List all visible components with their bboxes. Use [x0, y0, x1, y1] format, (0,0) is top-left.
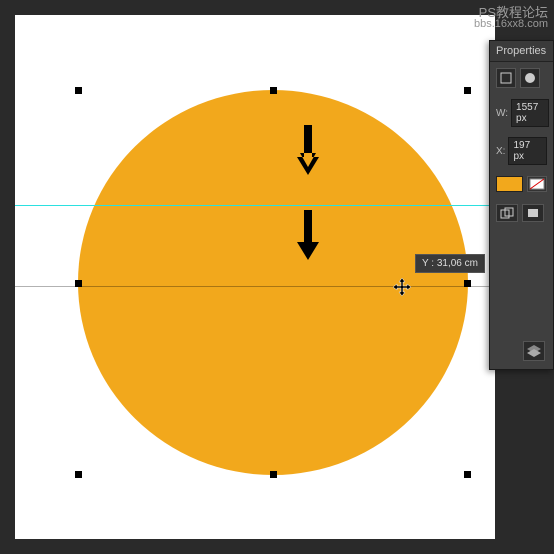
arrow-down-icon — [295, 210, 325, 265]
fill-color-swatch[interactable] — [496, 176, 523, 192]
arrow-down-icon — [295, 125, 325, 180]
width-label: W: — [496, 108, 508, 119]
x-row: X: 197 px — [490, 132, 553, 170]
transform-handle[interactable] — [75, 471, 82, 478]
mask-icon[interactable] — [520, 68, 540, 88]
live-shape-icon[interactable] — [496, 68, 516, 88]
properties-panel[interactable]: Properties W: 1557 px X: 197 px — [489, 40, 554, 370]
panel-title: Properties — [490, 41, 553, 62]
move-cursor-icon — [393, 278, 411, 301]
width-value[interactable]: 1557 px — [511, 99, 549, 127]
fill-row — [490, 170, 553, 198]
tooltip-label: Y : 31,06 cm — [422, 258, 478, 269]
horizontal-guide[interactable] — [15, 205, 495, 206]
position-tooltip: Y : 31,06 cm — [415, 254, 485, 273]
transform-handle[interactable] — [464, 87, 471, 94]
path-ops-row — [490, 198, 553, 228]
panel-mode-icons — [490, 62, 553, 94]
transform-handle[interactable] — [75, 87, 82, 94]
watermark-url: bbs.16xx8.com — [474, 18, 548, 30]
x-label: X: — [496, 146, 505, 157]
x-value[interactable]: 197 px — [508, 137, 547, 165]
stroke-swatch[interactable] — [527, 176, 547, 192]
horizontal-guide-dragging[interactable] — [15, 286, 495, 287]
canvas[interactable]: Y : 31,06 cm — [15, 15, 495, 539]
transform-handle[interactable] — [464, 471, 471, 478]
path-align-button[interactable] — [496, 204, 518, 222]
width-row: W: 1557 px — [490, 94, 553, 132]
workspace: Y : 31,06 cm PS教程论坛 bbs.16xx8.com Proper… — [0, 0, 554, 554]
path-arrange-button[interactable] — [522, 204, 544, 222]
layers-icon[interactable] — [523, 341, 545, 361]
